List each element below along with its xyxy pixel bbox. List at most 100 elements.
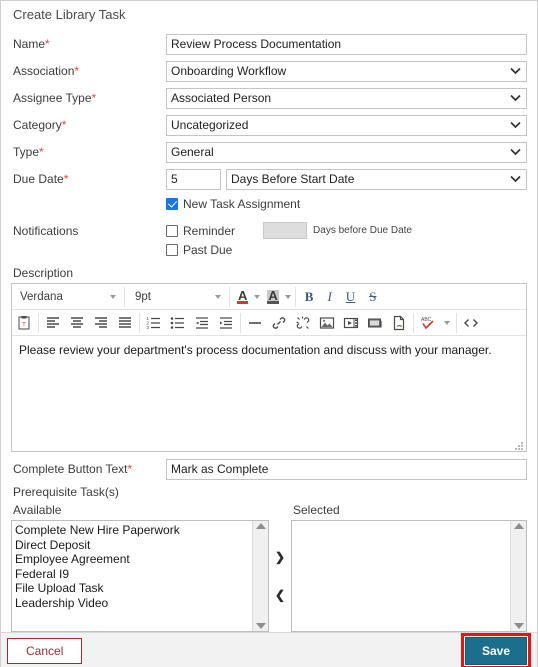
svg-text:3: 3 [147, 325, 150, 330]
type-select[interactable]: General [166, 141, 527, 163]
selected-listbox[interactable] [291, 520, 527, 632]
reminder-days-input [263, 222, 308, 239]
scroll-down-icon[interactable] [255, 623, 266, 629]
complete-button-text-label: Complete Button Text* [13, 462, 133, 476]
toolbar-divider [139, 312, 140, 333]
italic-button[interactable]: I [320, 284, 338, 310]
assignee-type-label: Assignee Type* [13, 91, 97, 105]
align-right-button[interactable] [89, 310, 113, 336]
new-task-assignment-checkbox[interactable] [166, 198, 178, 210]
horizontal-rule-button[interactable] [243, 310, 267, 336]
font-size-select[interactable]: 9pt [127, 284, 227, 310]
align-center-button[interactable] [65, 310, 89, 336]
text-color-button[interactable]: A [232, 284, 262, 310]
due-date-unit-select[interactable]: Days Before Start Date [226, 168, 527, 190]
chevron-down-icon[interactable] [254, 294, 261, 299]
scroll-up-icon[interactable] [513, 523, 524, 529]
reminder-checkbox-row[interactable]: Reminder Days before Due Date [166, 222, 527, 239]
scroll-down-icon[interactable] [513, 623, 524, 629]
unlink-icon[interactable] [291, 310, 315, 336]
selected-label: Selected [293, 503, 340, 517]
chevron-down-icon [110, 294, 116, 299]
field-row-assignee-type: Assignee Type* Associated Person [11, 87, 527, 109]
align-left-button[interactable] [41, 310, 65, 336]
selected-scrollbar[interactable] [510, 521, 526, 631]
due-date-number-input[interactable] [166, 168, 221, 190]
name-input[interactable] [166, 33, 527, 55]
list-item[interactable]: File Upload Task [15, 581, 252, 596]
insert-media-icon[interactable] [363, 310, 387, 336]
list-item[interactable]: Direct Deposit [15, 538, 252, 553]
increase-indent-button[interactable] [214, 310, 238, 336]
list-item[interactable]: Federal I9 [15, 567, 252, 582]
text-color-icon: A [237, 287, 249, 304]
toolbar-divider [124, 286, 125, 307]
decrease-indent-button[interactable] [190, 310, 214, 336]
reminder-checkbox[interactable] [166, 224, 178, 237]
scroll-up-icon[interactable] [255, 523, 266, 529]
svg-text:T: T [22, 322, 26, 328]
toolbar-divider [294, 286, 296, 307]
category-select[interactable]: Uncategorized [166, 114, 527, 136]
required-asterisk: * [45, 37, 50, 51]
highlight-color-button[interactable]: A [262, 284, 292, 310]
insert-video-icon[interactable] [339, 310, 363, 336]
field-row-category: Category* Uncategorized [11, 114, 527, 136]
category-label: Category* [13, 118, 67, 132]
selected-items[interactable] [292, 521, 510, 631]
strikethrough-button[interactable]: S [362, 284, 383, 310]
due-date-label: Due Date* [13, 172, 69, 186]
spellcheck-button[interactable]: ABC [416, 310, 440, 336]
available-items[interactable]: Complete New Hire Paperwork Direct Deposi… [12, 521, 252, 631]
toolbar-divider [413, 312, 414, 333]
toolbar-divider [456, 312, 457, 333]
save-button[interactable]: Save [464, 637, 527, 665]
description-text-area[interactable]: Please review your department's process … [12, 336, 526, 451]
font-family-select[interactable]: Verdana [12, 284, 122, 310]
editor-toolbar-row-2: T 123 ABC [12, 310, 526, 336]
required-asterisk: * [91, 91, 97, 105]
insert-document-icon[interactable] [387, 310, 411, 336]
insert-image-icon[interactable] [315, 310, 339, 336]
task-form: Name* Association* Onboarding Workflow A… [1, 27, 537, 632]
chevron-down-icon[interactable] [440, 310, 454, 336]
selected-column: Selected [291, 503, 527, 632]
toolbar-divider [38, 312, 39, 333]
reminder-suffix-label: Days before Due Date [313, 225, 412, 236]
required-asterisk: * [74, 64, 80, 78]
field-row-type: Type* General [11, 141, 527, 163]
available-listbox[interactable]: Complete New Hire Paperwork Direct Deposi… [11, 520, 269, 632]
list-item[interactable]: Leadership Video [15, 596, 252, 611]
past-due-checkbox-row[interactable]: Past Due [166, 243, 232, 257]
new-task-assignment-label: New Task Assignment [183, 197, 301, 211]
complete-button-text-input[interactable] [166, 458, 527, 480]
editor-toolbar-row-1: Verdana 9pt A A B I U S [12, 284, 526, 310]
assignee-type-select[interactable]: Associated Person [166, 87, 527, 109]
list-item[interactable]: Employee Agreement [15, 552, 252, 567]
new-task-assignment-checkbox-row[interactable]: New Task Assignment [166, 197, 300, 211]
dialog-footer: Cancel Save [1, 632, 537, 667]
past-due-checkbox[interactable] [166, 244, 178, 256]
cancel-button[interactable]: Cancel [7, 638, 83, 664]
list-item[interactable]: Complete New Hire Paperwork [15, 523, 252, 538]
resize-handle-icon[interactable] [514, 439, 524, 450]
numbered-list-button[interactable]: 123 [142, 310, 166, 336]
available-scrollbar[interactable] [252, 521, 268, 631]
remove-from-selected-button[interactable]: ❮ [275, 588, 285, 602]
source-code-button[interactable] [459, 310, 483, 336]
link-icon[interactable] [267, 310, 291, 336]
underline-button[interactable]: U [339, 284, 362, 310]
bold-button[interactable]: B [298, 284, 321, 310]
add-to-selected-button[interactable]: ❯ [275, 550, 285, 564]
chevron-down-icon[interactable] [284, 294, 291, 299]
save-button-annotation: Save [460, 633, 531, 667]
required-asterisk: * [127, 462, 133, 476]
description-label: Description [13, 266, 74, 280]
align-justify-button[interactable] [113, 310, 137, 336]
bulleted-list-button[interactable] [166, 310, 190, 336]
description-body-text: Please review your department's process … [19, 343, 492, 357]
paste-button[interactable]: T [12, 310, 36, 336]
field-row-complete-button-text: Complete Button Text* [11, 458, 527, 480]
association-select[interactable]: Onboarding Workflow [166, 60, 527, 82]
transfer-buttons: ❯ ❮ [269, 520, 291, 632]
